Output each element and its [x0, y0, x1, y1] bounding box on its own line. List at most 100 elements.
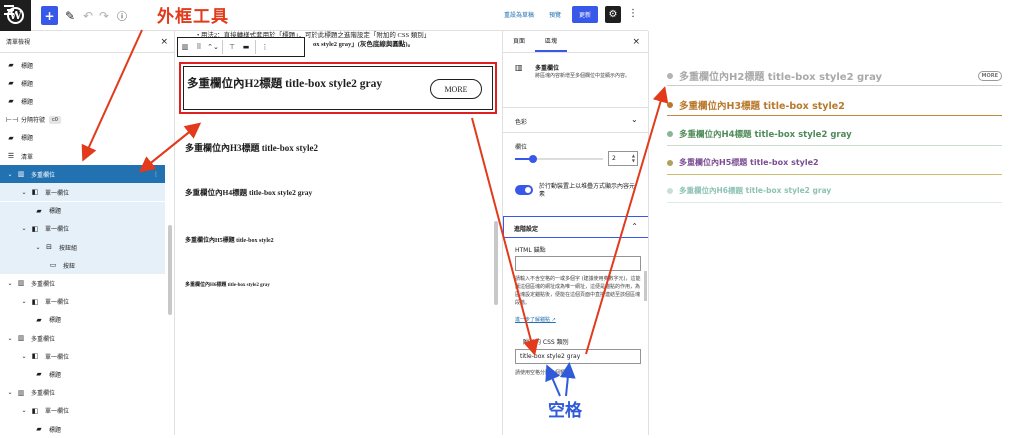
bullet-dot-icon	[667, 159, 673, 166]
list-item[interactable]: ⌄ ◧ 單一欄位	[0, 293, 165, 311]
columns-number-input[interactable]: 2 ▲ ▼	[608, 151, 638, 166]
columns-icon: ▥	[17, 388, 25, 397]
selected-columns-block[interactable]: 多重欄位內H2標題 title-box style2 gray MORE	[179, 62, 497, 114]
bullet-dot-icon	[667, 131, 673, 137]
list-item[interactable]: ▭ 按鈕	[0, 256, 165, 275]
canvas-scrollbar[interactable]	[494, 221, 498, 305]
slider-thumb[interactable]	[528, 155, 537, 163]
list-item[interactable]: ⌄ ◧ 單一欄位	[0, 183, 165, 202]
list-item[interactable]: ▰ 標題	[0, 420, 165, 438]
css-class-input[interactable]: title-box style2 gray	[515, 349, 641, 364]
list-item-label: 標題	[49, 208, 62, 216]
chevron-down-icon[interactable]: ⌄	[34, 244, 42, 251]
h6-heading[interactable]: 多重欄位內H6標題 title-box style2 gray	[185, 281, 270, 288]
columns-slider[interactable]	[515, 155, 603, 163]
update-button[interactable]: 更新	[572, 6, 598, 23]
sidebar-scrollbar[interactable]	[644, 271, 647, 301]
list-item[interactable]: ▰ 標題	[0, 311, 165, 329]
list-item-label: 分隔符號	[21, 117, 46, 125]
redo-icon[interactable]: ↷	[99, 6, 109, 25]
chevron-down-icon[interactable]: ⌄	[6, 280, 14, 287]
chevron-down-icon[interactable]: ⌄	[20, 353, 28, 360]
chevron-down-icon[interactable]: ⌄	[6, 389, 14, 396]
list-item-label: 多重欄位	[31, 390, 56, 398]
list-item[interactable]: ⌄ ◧ 單一欄位	[0, 219, 165, 238]
h3-heading[interactable]: 多重欄位內H3標題 title-box style2	[185, 141, 318, 154]
move-arrows-icon[interactable]: ⌃⌄	[206, 43, 220, 51]
css-class-help: 請使用空格分隔多個類別。	[515, 370, 576, 376]
preview-heading-h6: 多重欄位內H6標題 title-box style2 gray	[667, 185, 1002, 196]
learn-more-anchor-link[interactable]: 進一步了解錨點 ↗	[515, 316, 556, 323]
list-item[interactable]: ⊢⊣ 分隔符號 c0	[0, 111, 165, 129]
list-view-title: 清單檢視	[6, 39, 31, 46]
list-item[interactable]: ⌄ ◧ 單一欄位	[0, 402, 165, 420]
space-annotation: 空格	[548, 401, 582, 421]
preview-link[interactable]: 預覽	[549, 10, 561, 19]
options-more-icon[interactable]: ⋮	[628, 8, 638, 19]
drag-handle-icon[interactable]: ⠿	[192, 43, 206, 51]
chevron-down-icon[interactable]: ⌄	[6, 171, 14, 178]
block-toolbar: ▥ ⠿ ⌃⌄ ⊤ ▬ ⋮	[177, 37, 305, 57]
advanced-panel-header[interactable]: 進階設定 ⌃	[503, 216, 648, 238]
list-item[interactable]: ▰ 標題	[0, 74, 165, 92]
heading-underline	[667, 85, 1002, 86]
pen-icon[interactable]: ✎	[65, 6, 75, 25]
close-icon[interactable]: ×	[632, 37, 640, 47]
list-item[interactable]: ▰ 標題	[0, 92, 165, 110]
more-options-icon[interactable]: ⋮	[153, 171, 159, 178]
chevron-down-icon[interactable]: ⌄	[6, 335, 14, 342]
preview-heading-text: 多重欄位內H6標題 title-box style2 gray	[679, 186, 832, 195]
undo-icon[interactable]: ↶	[83, 6, 93, 25]
chevron-up-icon[interactable]: ⌃	[631, 222, 638, 231]
list-item-label: 單一欄位	[45, 226, 70, 234]
chevron-down-icon[interactable]: ⌄	[20, 225, 28, 232]
chevron-down-icon[interactable]: ⌄	[20, 298, 28, 305]
column-icon: ◧	[31, 352, 39, 361]
chevron-down-icon[interactable]: ⌄	[20, 407, 28, 414]
align-top-icon[interactable]: ⊤	[225, 43, 239, 51]
list-item[interactable]: ⌄ ▥ 多重欄位	[0, 384, 165, 402]
html-anchor-input[interactable]	[515, 256, 641, 271]
switch-to-draft-link[interactable]: 重設為草稿	[504, 10, 534, 19]
list-item[interactable]: ▰ 標題	[0, 56, 165, 74]
list-item[interactable]: ▰ 標題	[0, 201, 165, 220]
color-label: 色彩	[515, 119, 528, 126]
list-item[interactable]: ⌄ ▥ 多重欄位	[0, 329, 165, 347]
column-icon: ◧	[31, 188, 39, 197]
close-icon[interactable]: ×	[160, 37, 168, 47]
stack-on-mobile-toggle[interactable]	[515, 185, 533, 195]
list-item[interactable]: ⌄ ▥ 多重欄位	[0, 274, 165, 292]
h4-heading[interactable]: 多重欄位內H4標題 title-box style2 gray	[185, 187, 312, 198]
preview-heading-h5: 多重欄位內H5標題 title-box style2	[667, 157, 1002, 168]
h2-heading[interactable]: 多重欄位內H2標題 title-box style2 gray	[187, 77, 427, 91]
info-icon[interactable]: ⓘ	[117, 6, 127, 25]
list-item-label: 多重欄位	[31, 171, 56, 179]
buttons-icon: ⊟	[46, 243, 52, 251]
h5-heading[interactable]: 多重欄位內H5標題 title-box style2	[185, 235, 274, 244]
list-item[interactable]: ▰ 標題	[0, 365, 165, 383]
columns-icon[interactable]: ▥	[178, 43, 192, 51]
settings-gear-icon[interactable]: ⚙	[605, 6, 621, 23]
list-item[interactable]: ⌄ ▥ 多重欄位 ⋮	[0, 165, 165, 184]
more-badge[interactable]: MORE	[977, 70, 1002, 81]
color-panel[interactable]: 色彩 ⌄	[503, 108, 648, 133]
list-view-scrollbar[interactable]	[168, 225, 172, 315]
preview-heading-h4: 多重欄位內H4標題 title-box style2 gray	[667, 128, 1002, 140]
bookmark-icon: ▰	[8, 61, 14, 69]
editor-top-toolbar: W + ✎ ↶ ↷ ⓘ 外框工具 重設為草稿 預覽 更新 ⚙ ⋮	[0, 0, 648, 31]
more-button[interactable]: MORE	[430, 79, 482, 99]
list-item[interactable]: ☰ 清單	[0, 147, 165, 165]
add-block-button[interactable]: +	[41, 6, 58, 25]
columns-block-icon: ▥	[515, 63, 523, 72]
list-item-label: 單一欄位	[45, 408, 70, 416]
align-full-icon[interactable]: ▬	[239, 43, 253, 51]
list-item[interactable]: ⌄ ⊟ 按鈕組	[0, 238, 165, 256]
tab-block[interactable]: 區塊	[535, 36, 568, 52]
list-item[interactable]: ⌄ ◧ 單一欄位	[0, 347, 165, 365]
tab-page[interactable]: 頁面	[503, 36, 535, 52]
chevron-down-icon[interactable]: ⌄	[20, 189, 28, 196]
bookmark-icon: ▰	[8, 97, 14, 106]
more-options-icon[interactable]: ⋮	[258, 43, 272, 51]
chevron-down-icon[interactable]: ⌄	[631, 115, 638, 124]
list-item[interactable]: ▰ 標題	[0, 129, 165, 147]
